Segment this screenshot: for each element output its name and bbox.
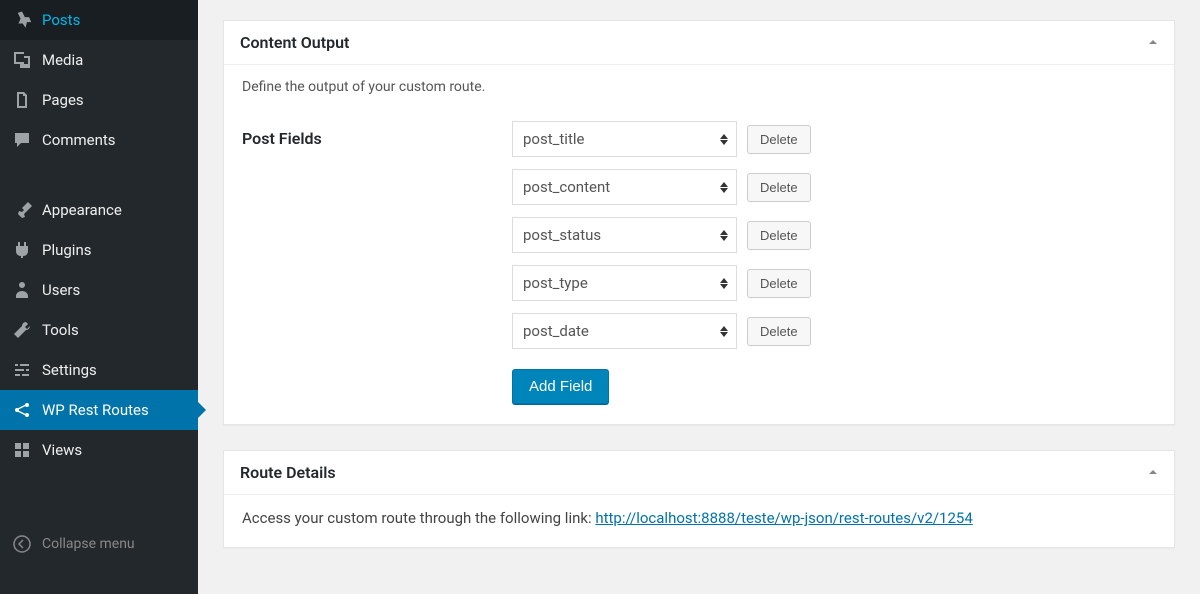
delete-field-button[interactable]: Delete <box>747 269 811 298</box>
field-row: post_type Delete <box>512 265 1156 301</box>
sidebar-item-plugins[interactable]: Plugins <box>0 230 198 270</box>
select-arrows-icon <box>720 182 728 193</box>
post-field-select[interactable]: post_status <box>512 217 737 253</box>
panel-header: Route Details <box>224 451 1174 495</box>
sidebar-item-label: Settings <box>42 361 97 379</box>
field-row: post_title Delete <box>512 121 1156 157</box>
collapse-icon <box>12 534 32 554</box>
main-content: Content Output Define the output of your… <box>198 0 1200 594</box>
plugin-icon <box>12 240 32 260</box>
sidebar-item-settings[interactable]: Settings <box>0 350 198 390</box>
sidebar-item-comments[interactable]: Comments <box>0 120 198 160</box>
panel-description: Define the output of your custom route. <box>242 79 1156 95</box>
route-access-text: Access your custom route through the fol… <box>242 509 595 527</box>
triangle-up-icon <box>1148 37 1158 47</box>
select-arrows-icon <box>720 326 728 337</box>
content-output-panel: Content Output Define the output of your… <box>223 20 1175 425</box>
admin-sidebar: Posts Media Pages Comments Appearance Pl… <box>0 0 198 594</box>
route-url-link[interactable]: http://localhost:8888/teste/wp-json/rest… <box>595 509 972 527</box>
select-arrows-icon <box>720 278 728 289</box>
select-arrows-icon <box>720 230 728 241</box>
field-row: post_content Delete <box>512 169 1156 205</box>
field-row: post_date Delete <box>512 313 1156 349</box>
delete-field-button[interactable]: Delete <box>747 125 811 154</box>
select-arrows-icon <box>720 134 728 145</box>
select-value: post_date <box>523 322 589 340</box>
post-field-select[interactable]: post_type <box>512 265 737 301</box>
sidebar-item-label: Plugins <box>42 241 91 259</box>
sidebar-item-label: Media <box>42 51 83 69</box>
pushpin-icon <box>12 10 32 30</box>
triangle-up-icon <box>1148 467 1158 477</box>
sidebar-item-label: Views <box>42 441 82 459</box>
sidebar-item-posts[interactable]: Posts <box>0 0 198 40</box>
panel-collapse-toggle[interactable] <box>1148 36 1158 50</box>
select-value: post_content <box>523 178 610 196</box>
sidebar-item-label: Appearance <box>42 201 122 219</box>
panel-body: Access your custom route through the fol… <box>224 495 1174 547</box>
post-field-select[interactable]: post_date <box>512 313 737 349</box>
comment-icon <box>12 130 32 150</box>
sidebar-collapse-label: Collapse menu <box>42 536 135 552</box>
sidebar-collapse[interactable]: Collapse menu <box>0 524 198 564</box>
sidebar-item-wp-rest-routes[interactable]: WP Rest Routes <box>0 390 198 430</box>
user-icon <box>12 280 32 300</box>
select-value: post_type <box>523 274 588 292</box>
sidebar-item-appearance[interactable]: Appearance <box>0 190 198 230</box>
brush-icon <box>12 200 32 220</box>
field-controls: post_title Delete post_content Delete <box>512 121 1156 404</box>
post-field-select[interactable]: post_content <box>512 169 737 205</box>
panel-title: Content Output <box>240 33 349 52</box>
post-fields-group: Post Fields post_title Delete post_conte… <box>242 121 1156 404</box>
panel-title: Route Details <box>240 463 336 482</box>
sidebar-item-label: WP Rest Routes <box>42 401 149 419</box>
wrench-icon <box>12 320 32 340</box>
sliders-icon <box>12 360 32 380</box>
sidebar-item-label: Comments <box>42 131 116 149</box>
sidebar-item-users[interactable]: Users <box>0 270 198 310</box>
route-details-panel: Route Details Access your custom route t… <box>223 450 1175 548</box>
post-field-select[interactable]: post_title <box>512 121 737 157</box>
grid-icon <box>12 440 32 460</box>
delete-field-button[interactable]: Delete <box>747 221 811 250</box>
sidebar-item-pages[interactable]: Pages <box>0 80 198 120</box>
delete-field-button[interactable]: Delete <box>747 173 811 202</box>
panel-header: Content Output <box>224 21 1174 65</box>
sidebar-item-views[interactable]: Views <box>0 430 198 470</box>
sidebar-item-label: Posts <box>42 11 80 29</box>
page-icon <box>12 90 32 110</box>
field-row: post_status Delete <box>512 217 1156 253</box>
add-field-button[interactable]: Add Field <box>512 369 609 404</box>
sidebar-item-label: Users <box>42 281 80 299</box>
share-icon <box>12 400 32 420</box>
panel-body: Define the output of your custom route. … <box>224 65 1174 424</box>
select-value: post_status <box>523 226 601 244</box>
panel-collapse-toggle[interactable] <box>1148 466 1158 480</box>
delete-field-button[interactable]: Delete <box>747 317 811 346</box>
sidebar-item-tools[interactable]: Tools <box>0 310 198 350</box>
select-value: post_title <box>523 130 584 148</box>
sidebar-item-label: Pages <box>42 91 84 109</box>
post-fields-label: Post Fields <box>242 121 512 148</box>
sidebar-item-label: Tools <box>42 321 79 339</box>
media-icon <box>12 50 32 70</box>
sidebar-item-media[interactable]: Media <box>0 40 198 80</box>
